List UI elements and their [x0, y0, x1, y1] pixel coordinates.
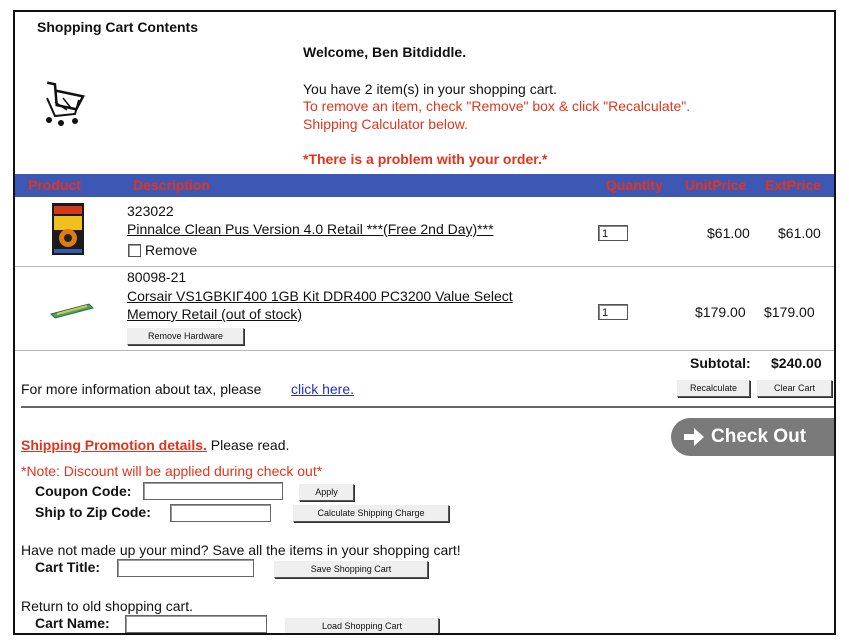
cart-title-label: Cart Title: [35, 559, 101, 575]
subtotal-label: Subtotal: [690, 355, 751, 371]
ext-price: $179.00 [764, 304, 815, 320]
tax-info-link[interactable]: click here. [291, 381, 354, 397]
shopping-cart-icon [37, 80, 85, 133]
welcome-message: Welcome, Ben Bitdiddle. [303, 44, 467, 60]
section-divider [21, 406, 834, 408]
cart-name-label: Cart Name: [35, 615, 110, 631]
shipping-promotion-link[interactable]: Shipping Promotion details. [21, 437, 207, 453]
zip-code-input[interactable] [170, 504, 271, 522]
row-divider [15, 350, 834, 351]
column-unit-price: UnitPrice [685, 177, 747, 193]
remove-hardware-button[interactable]: Remove Hardware [127, 328, 244, 345]
quantity-input[interactable]: 1 [598, 225, 628, 241]
shipping-promo: Shipping Promotion details. Please read. [21, 437, 289, 453]
cart-title-input[interactable] [117, 559, 254, 577]
calculate-shipping-button[interactable]: Calculate Shipping Charge [293, 505, 449, 522]
tax-info-text: For more information about tax, please [21, 381, 262, 397]
ext-price: $61.00 [778, 225, 821, 241]
page-title: Shopping Cart Contents [37, 19, 198, 35]
unit-price: $61.00 [707, 225, 750, 241]
column-quantity: Quantity [606, 177, 663, 193]
product-image-pinnacle[interactable] [51, 202, 85, 261]
coupon-code-input[interactable] [143, 482, 283, 500]
shipping-promo-text: Please read. [210, 437, 290, 453]
checkout-button[interactable]: Check Out [671, 418, 834, 456]
row-divider [15, 266, 834, 267]
column-ext-price: ExtPrice [765, 177, 822, 193]
recalculate-button[interactable]: Recalculate [677, 380, 750, 397]
arrow-right-icon [683, 427, 705, 453]
item-name-link[interactable]: Pinnalce Clean Pus Version 4.0 Retail **… [127, 221, 494, 237]
load-shopping-cart-button[interactable]: Load Shopping Cart [285, 618, 439, 633]
remove-hint: To remove an item, check "Remove" box & … [303, 98, 691, 114]
checkout-label: Check Out [711, 426, 807, 447]
unit-price: $179.00 [695, 304, 746, 320]
product-image-memory[interactable] [49, 300, 95, 325]
column-product: Product [28, 177, 81, 193]
shipping-hint: Shipping Calculator below. [303, 116, 468, 132]
item-count-text: You have 2 item(s) in your shopping cart… [303, 81, 557, 97]
cart-name-input[interactable] [125, 615, 267, 633]
save-shopping-cart-button[interactable]: Save Shopping Cart [274, 561, 428, 578]
apply-coupon-button[interactable]: Apply [299, 484, 354, 501]
cart-table-header: Product Description Quantity UnitPrice E… [15, 174, 834, 197]
discount-note: *Note: Discount will be applied during c… [21, 463, 323, 479]
column-description: Description [133, 177, 211, 193]
item-name-link-continued[interactable]: Memory Retail (out of stock) [127, 306, 302, 322]
save-cart-prompt: Have not made up your mind? Save all the… [21, 542, 461, 558]
clear-cart-button[interactable]: Clear Cart [757, 380, 832, 397]
item-sku: 323022 [127, 203, 174, 219]
item-sku: 80098-21 [127, 269, 187, 285]
zip-code-label: Ship to Zip Code: [35, 504, 151, 520]
remove-label: Remove [145, 242, 198, 258]
load-cart-prompt: Return to old shopping cart. [21, 598, 193, 614]
quantity-input[interactable]: 1 [598, 304, 628, 320]
order-problem-alert: *There is a problem with your order.* [303, 151, 548, 167]
item-name-link[interactable]: Corsair VS1GBKIΓ400 1GB Kit DDR400 PC320… [127, 288, 513, 304]
cart-page: Shopping Cart Contents Welcome, Ben Bitd… [13, 10, 836, 635]
coupon-code-label: Coupon Code: [35, 483, 132, 499]
subtotal-value: $240.00 [771, 355, 822, 371]
remove-checkbox[interactable] [128, 244, 141, 257]
